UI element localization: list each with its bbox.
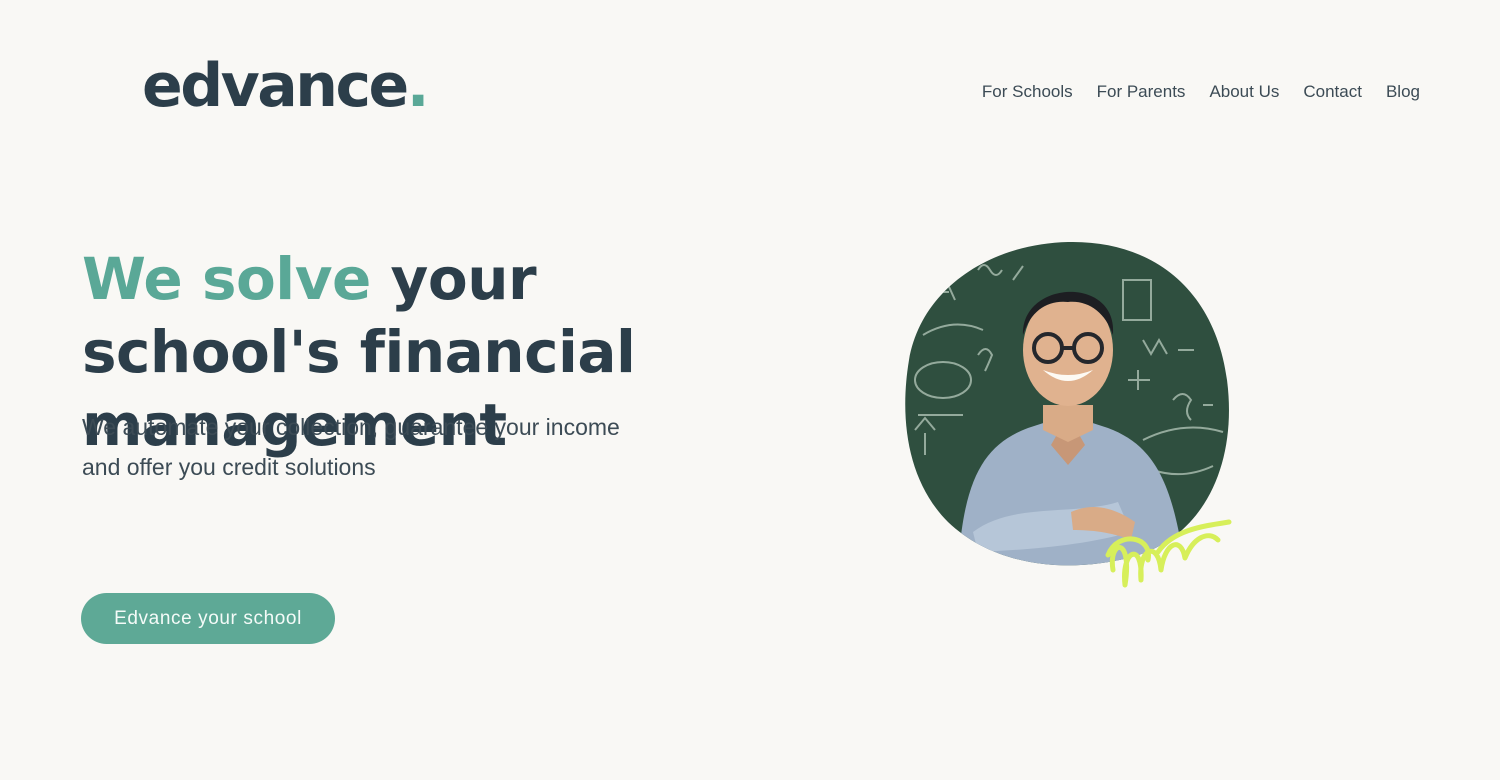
subtitle-line-1: We automate your collection, guarantee y… — [82, 414, 620, 440]
logo-text: edvance — [142, 51, 409, 121]
nav-contact[interactable]: Contact — [1303, 82, 1362, 102]
portrait-photo — [905, 241, 1229, 566]
subtitle-line-2: and offer you credit solutions — [82, 454, 376, 480]
main-nav: For Schools For Parents About Us Contact… — [982, 82, 1420, 102]
logo-dot: . — [406, 51, 430, 121]
nav-for-parents[interactable]: For Parents — [1097, 82, 1186, 102]
hero-portrait — [905, 241, 1232, 588]
edvance-your-school-button[interactable]: Edvance your school — [81, 593, 335, 644]
headline-accent: We solve — [82, 245, 371, 313]
hero-subtitle: We automate your collection, guarantee y… — [82, 407, 702, 487]
edvance-logo[interactable]: edvance. — [142, 56, 430, 116]
nav-blog[interactable]: Blog — [1386, 82, 1420, 102]
nav-for-schools[interactable]: For Schools — [982, 82, 1073, 102]
nav-about-us[interactable]: About Us — [1209, 82, 1279, 102]
